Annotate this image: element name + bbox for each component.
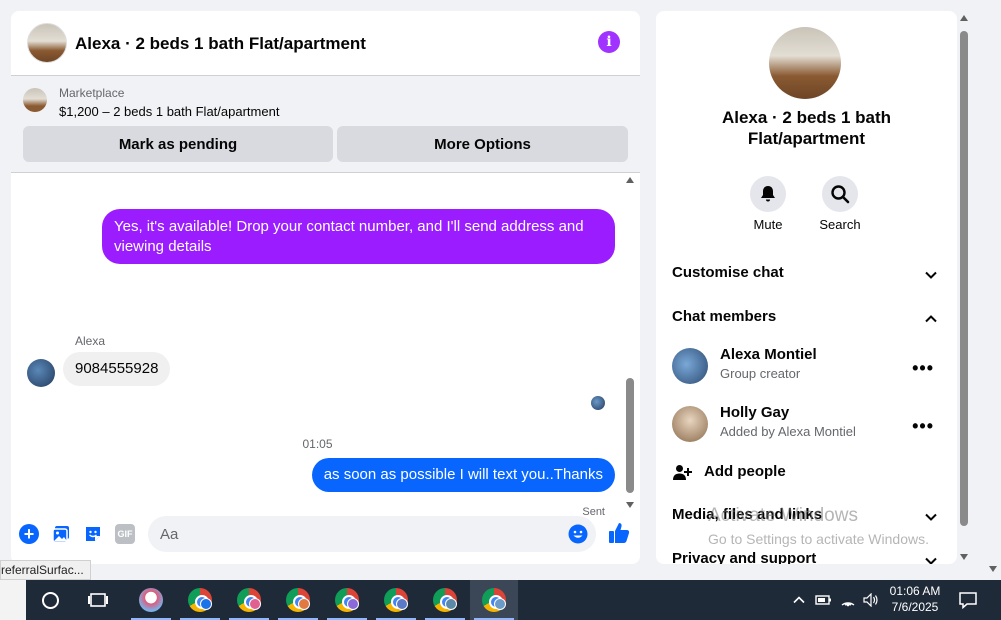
member-role: Added by Alexa Montiel (720, 424, 856, 439)
search-icon (831, 185, 850, 204)
chat-title[interactable]: Alexa · 2 beds 1 bath Flat/apartment (75, 34, 366, 54)
taskbar-app-chrome[interactable] (176, 580, 224, 620)
chevron-down-icon (925, 271, 937, 279)
wifi-icon[interactable] (840, 593, 856, 607)
privacy-label: Privacy and support (672, 550, 817, 564)
taskbar-app-chrome-active[interactable] (470, 580, 518, 620)
scroll-up-arrow-icon[interactable] (626, 177, 634, 183)
scroll-thumb[interactable] (626, 378, 634, 493)
member-role: Group creator (720, 366, 801, 381)
customise-chat-label: Customise chat (672, 264, 784, 281)
member-avatar[interactable] (672, 406, 708, 442)
scroll-thumb[interactable] (960, 31, 968, 526)
chat-header: Alexa · 2 beds 1 bath Flat/apartment i (11, 11, 640, 76)
more-options-icon[interactable]: ••• (912, 358, 934, 379)
clock-date: 7/6/2025 (891, 600, 939, 614)
status-tooltip: referralSurfac... (0, 560, 91, 580)
chevron-up-icon (925, 315, 937, 323)
battery-icon[interactable] (815, 593, 833, 607)
profile-badge (200, 598, 212, 610)
thumbs-up-icon[interactable] (607, 521, 631, 545)
info-title: Alexa · 2 beds 1 bath Flat/apartment (721, 108, 892, 148)
plus-icon[interactable]: + (19, 524, 39, 544)
listing-price[interactable]: $1,200 – 2 beds 1 bath Flat/apartment (59, 104, 279, 119)
member-avatar[interactable] (672, 348, 708, 384)
outgoing-message[interactable]: as soon as possible I will text you..Tha… (311, 458, 615, 492)
taskbar-app-chrome[interactable] (274, 580, 322, 620)
chat-avatar[interactable] (27, 23, 67, 63)
volume-icon[interactable] (863, 593, 879, 607)
search-label: Search (819, 217, 861, 232)
taskbar-app-chrome[interactable] (421, 580, 469, 620)
seen-avatar (591, 396, 605, 410)
chat-members-label: Chat members (672, 308, 777, 325)
incoming-message[interactable]: 9084555928 (63, 352, 171, 386)
add-person-icon (673, 465, 692, 480)
scroll-up-arrow-icon[interactable] (960, 15, 968, 21)
profile-badge (347, 598, 359, 610)
sticker-icon[interactable] (83, 524, 103, 544)
clock-time: 01:06 AM (889, 584, 941, 598)
bell-icon (761, 186, 775, 202)
chat-panel: Alexa · 2 beds 1 bath Flat/apartment i M… (11, 11, 640, 564)
marketplace-label: Marketplace (59, 86, 125, 100)
message-timestamp: 01:05 (302, 437, 333, 451)
scroll-down-arrow-icon[interactable] (626, 502, 634, 508)
member-name: Holly Gay (720, 404, 790, 421)
info-avatar[interactable] (769, 27, 841, 99)
member-row[interactable]: Alexa Montiel Group creator ••• (672, 344, 942, 388)
emoji-icon[interactable] (568, 524, 588, 544)
taskbar-app-chrome[interactable] (225, 580, 273, 620)
chevron-down-icon (925, 513, 937, 521)
start-button[interactable] (0, 580, 26, 620)
mark-pending-button[interactable]: Mark as pending (23, 126, 333, 162)
privacy-section[interactable]: Privacy and support (672, 550, 942, 564)
photo-icon[interactable] (51, 524, 71, 544)
taskbar-app-browser[interactable] (127, 580, 175, 620)
message-list: Yes, it's available! Drop your contact n… (11, 173, 640, 518)
info-scrollbar[interactable] (957, 11, 971, 564)
sender-avatar[interactable] (27, 359, 55, 387)
add-people-label: Add people (704, 463, 786, 480)
taskbar-clock[interactable]: 01:06 AM 7/6/2025 (880, 583, 950, 615)
more-options-button[interactable]: More Options (337, 126, 628, 162)
profile-badge (494, 598, 506, 610)
message-input[interactable] (148, 516, 596, 552)
media-label: Media, files and links (672, 506, 823, 523)
profile-badge (298, 598, 310, 610)
gif-icon[interactable]: GIF (115, 524, 135, 544)
marketplace-banner: Marketplace $1,200 – 2 beds 1 bath Flat/… (11, 76, 640, 173)
media-section[interactable]: Media, files and links (672, 506, 942, 530)
message-composer: + GIF (11, 510, 640, 564)
info-icon[interactable]: i (598, 31, 620, 53)
chevron-down-icon (925, 557, 937, 564)
taskbar: 01:06 AM 7/6/2025 (0, 580, 1001, 620)
member-row[interactable]: Holly Gay Added by Alexa Montiel ••• (672, 402, 942, 446)
task-view-icon[interactable] (88, 592, 108, 608)
page-scroll-down-arrow-icon[interactable] (989, 566, 997, 572)
scroll-down-arrow-icon[interactable] (960, 554, 968, 560)
chevron-up-icon[interactable] (792, 593, 806, 607)
customise-chat-section[interactable]: Customise chat (672, 264, 942, 288)
search-circle-icon[interactable] (42, 592, 59, 609)
chat-members-section[interactable]: Chat members (672, 308, 942, 332)
profile-badge (249, 598, 261, 610)
profile-badge (396, 598, 408, 610)
more-options-icon[interactable]: ••• (912, 416, 934, 437)
taskbar-app-chrome[interactable] (372, 580, 420, 620)
taskbar-app-chrome[interactable] (323, 580, 371, 620)
app-icon (139, 588, 163, 612)
member-name: Alexa Montiel (720, 346, 817, 363)
notification-icon[interactable] (958, 591, 978, 609)
mute-label: Mute (753, 217, 783, 232)
listing-thumbnail[interactable] (23, 88, 47, 112)
profile-badge (445, 598, 457, 610)
chat-info-panel: Alexa · 2 beds 1 bath Flat/apartment Mut… (656, 11, 957, 564)
add-people-button[interactable]: Add people (672, 461, 942, 485)
messages-scrollbar[interactable] (624, 173, 636, 510)
mute-button[interactable] (750, 176, 786, 212)
search-button[interactable] (822, 176, 858, 212)
sender-name: Alexa (75, 334, 106, 348)
outgoing-message[interactable]: Yes, it's available! Drop your contact n… (102, 209, 615, 264)
